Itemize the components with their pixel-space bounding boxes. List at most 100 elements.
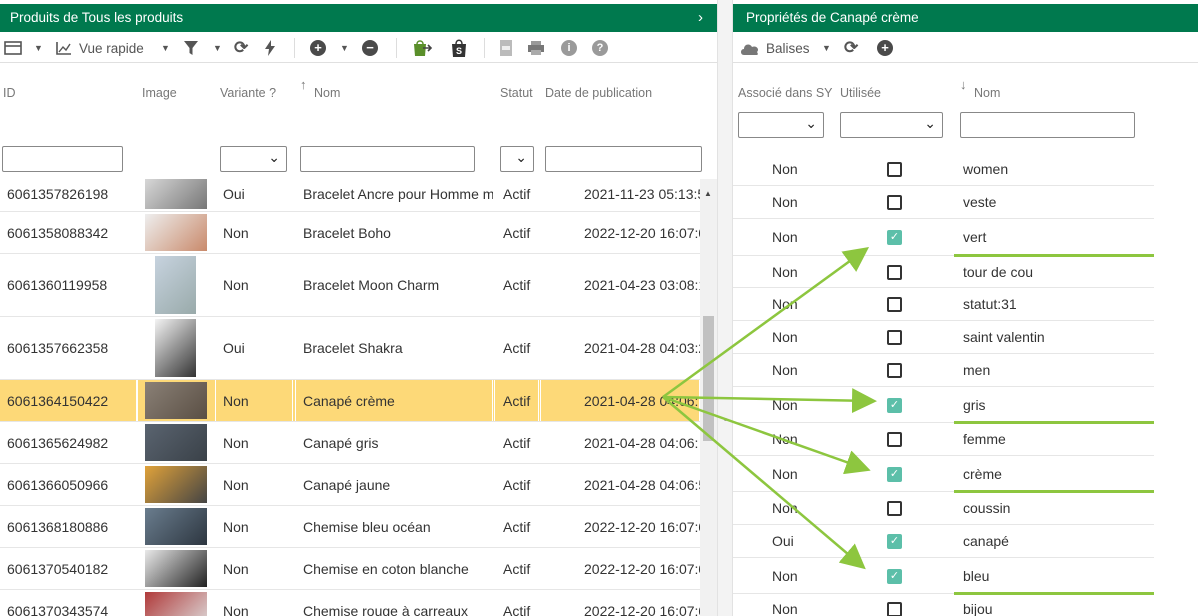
col-header-variant[interactable]: Variante ? bbox=[220, 86, 276, 100]
status-filter-select[interactable] bbox=[500, 146, 534, 172]
cell-tag-name: coussin bbox=[963, 500, 1011, 516]
panel-splitter[interactable] bbox=[717, 0, 733, 616]
table-row[interactable]: 6061357662358 Oui Bracelet Shakra Actif 2021… bbox=[0, 317, 700, 380]
remove-product-button[interactable]: − bbox=[362, 38, 378, 58]
chevron-right-icon[interactable]: › bbox=[698, 4, 703, 32]
table-row[interactable]: 6061364150422 Non Canapé crème Actif 2021-04… bbox=[0, 380, 700, 422]
used-checkbox[interactable] bbox=[887, 195, 902, 210]
tag-name-filter-input[interactable] bbox=[960, 112, 1135, 138]
associated-filter-select[interactable] bbox=[738, 112, 824, 138]
refresh-icon[interactable]: ⟳ bbox=[234, 38, 248, 58]
used-checkbox[interactable] bbox=[887, 363, 902, 378]
csv-icon[interactable] bbox=[499, 38, 513, 58]
used-checkbox-checked[interactable]: ✓ bbox=[887, 534, 902, 549]
date-filter-input[interactable] bbox=[545, 146, 702, 172]
help-button[interactable]: ? bbox=[592, 38, 608, 58]
used-checkbox[interactable] bbox=[887, 432, 902, 447]
table-row[interactable]: 6061368180886 Non Chemise bleu océan Actif 2… bbox=[0, 506, 700, 548]
used-filter-select[interactable] bbox=[840, 112, 943, 138]
add-product-button[interactable]: + bbox=[310, 38, 326, 58]
used-checkbox[interactable] bbox=[887, 162, 902, 177]
properties-panel: Propriétés de Canapé crème Balises ▼ ⟳ +… bbox=[733, 4, 1198, 616]
tag-row[interactable]: Non veste bbox=[733, 186, 1154, 219]
tag-row[interactable]: Non women bbox=[733, 153, 1154, 186]
tag-row[interactable]: Non men bbox=[733, 354, 1154, 387]
tag-row[interactable]: Non ✓ vert bbox=[733, 219, 1154, 257]
add-tag-button[interactable]: + bbox=[877, 38, 893, 58]
tag-row[interactable]: Non ✓ crème bbox=[733, 456, 1154, 493]
table-row[interactable]: 6061370343574 Non Chemise rouge à carreaux… bbox=[0, 590, 700, 616]
tags-button[interactable]: Balises bbox=[739, 38, 810, 58]
table-row[interactable]: 6061357826198 Oui Bracelet Ancre pour Homm… bbox=[0, 179, 700, 212]
cell-date: 2022-12-20 16:07:0 bbox=[584, 518, 700, 535]
table-row[interactable]: 6061366050966 Non Canapé jaune Actif 2021-04… bbox=[0, 464, 700, 506]
used-checkbox-checked[interactable]: ✓ bbox=[887, 397, 902, 413]
shopify-sync-icon[interactable] bbox=[411, 38, 433, 58]
tag-row[interactable]: Non coussin bbox=[733, 492, 1154, 525]
col-header-status[interactable]: Statut bbox=[500, 86, 533, 100]
quick-view-button[interactable]: Vue rapide bbox=[56, 38, 144, 58]
info-button[interactable]: i bbox=[561, 38, 577, 58]
refresh-icon[interactable]: ⟳ bbox=[844, 38, 858, 58]
cell-variant: Non bbox=[223, 602, 249, 616]
products-panel: Produits de Tous les produits › ▼ Vue ra… bbox=[0, 4, 717, 616]
scrollbar-thumb[interactable] bbox=[703, 316, 714, 441]
chevron-down-icon[interactable]: ▼ bbox=[340, 38, 349, 58]
col-header-tag-name[interactable]: Nom bbox=[974, 86, 1000, 100]
quick-view-label: Vue rapide bbox=[79, 40, 144, 56]
tag-row[interactable]: Non bijou bbox=[733, 594, 1154, 616]
scroll-up-icon[interactable]: ▲ bbox=[704, 189, 712, 198]
id-filter-input[interactable] bbox=[2, 146, 123, 172]
used-checkbox[interactable] bbox=[887, 330, 902, 345]
tag-row[interactable]: Non femme bbox=[733, 423, 1154, 456]
chevron-down-icon[interactable]: ▼ bbox=[34, 38, 43, 58]
name-filter-input[interactable] bbox=[300, 146, 475, 172]
cell-tag-name: crème bbox=[963, 465, 1002, 482]
chevron-down-icon[interactable]: ▼ bbox=[161, 38, 170, 58]
used-checkbox[interactable] bbox=[887, 264, 902, 280]
tag-row[interactable]: Non ✓ bleu bbox=[733, 558, 1154, 595]
col-header-name[interactable]: Nom bbox=[314, 86, 340, 100]
used-checkbox-checked[interactable]: ✓ bbox=[887, 568, 902, 584]
cell-associated: Non bbox=[772, 431, 798, 447]
info-icon: i bbox=[561, 40, 577, 56]
bolt-icon[interactable] bbox=[264, 38, 276, 58]
tag-row[interactable]: Non ✓ gris bbox=[733, 387, 1154, 424]
used-checkbox-checked[interactable]: ✓ bbox=[887, 230, 902, 245]
tag-row[interactable]: Non statut:31 bbox=[733, 288, 1154, 321]
table-row[interactable]: 6061365624982 Non Canapé gris Actif 2021-04-… bbox=[0, 422, 700, 464]
cell-associated: Non bbox=[772, 161, 798, 177]
chevron-down-icon[interactable]: ▼ bbox=[822, 38, 831, 58]
table-row[interactable]: 6061370540182 Non Chemise en coton blanche… bbox=[0, 548, 700, 590]
cell-name: Bracelet Boho bbox=[303, 224, 391, 241]
variant-filter-select[interactable] bbox=[220, 146, 287, 172]
table-row[interactable]: 6061358088342 Non Bracelet Boho Actif 2022-1… bbox=[0, 212, 700, 254]
col-header-image[interactable]: Image bbox=[142, 86, 177, 100]
cell-associated: Non bbox=[772, 263, 798, 280]
products-scrollbar[interactable]: ▲ bbox=[700, 179, 717, 616]
cell-associated: Non bbox=[772, 567, 798, 584]
used-checkbox[interactable] bbox=[887, 501, 902, 516]
filter-icon[interactable] bbox=[183, 38, 199, 58]
used-checkbox-checked[interactable]: ✓ bbox=[887, 466, 902, 482]
tag-row[interactable]: Non saint valentin bbox=[733, 321, 1154, 354]
product-thumbnail bbox=[145, 550, 207, 587]
chevron-down-icon[interactable]: ▼ bbox=[213, 38, 222, 58]
col-header-date[interactable]: Date de publication bbox=[545, 86, 652, 100]
print-icon[interactable] bbox=[527, 38, 545, 58]
col-header-id[interactable]: ID bbox=[3, 86, 16, 100]
cell-name: Bracelet Shakra bbox=[303, 340, 403, 356]
tag-row[interactable]: Oui ✓ canapé bbox=[733, 525, 1154, 558]
col-header-used[interactable]: Utilisée bbox=[840, 86, 881, 100]
col-header-associated[interactable]: Associé dans SY bbox=[738, 86, 833, 100]
used-checkbox[interactable] bbox=[887, 601, 902, 616]
svg-text:S: S bbox=[456, 46, 462, 56]
product-thumbnail bbox=[145, 508, 207, 545]
table-row[interactable]: 6061360119958 Non Bracelet Moon Charm Actif… bbox=[0, 254, 700, 317]
shopify-bag-icon[interactable]: S bbox=[450, 38, 468, 58]
tag-row[interactable]: Non tour de cou bbox=[733, 256, 1154, 288]
menu-icon[interactable] bbox=[4, 38, 22, 58]
used-checkbox[interactable] bbox=[887, 297, 902, 312]
cell-status: Actif bbox=[503, 185, 531, 202]
cell-date: 2022-12-20 16:07:0 bbox=[584, 560, 700, 577]
